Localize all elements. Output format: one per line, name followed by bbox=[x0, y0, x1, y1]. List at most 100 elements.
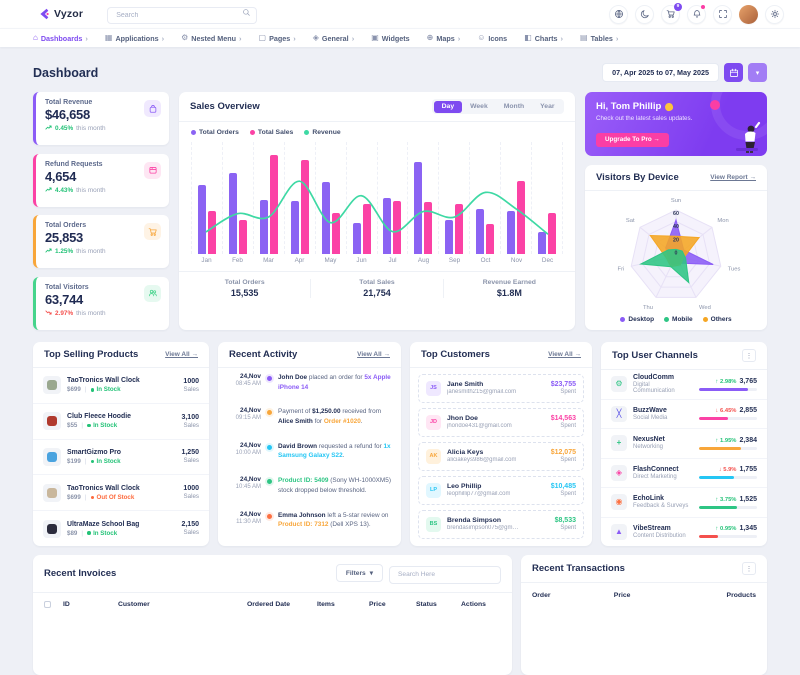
tab-year[interactable]: Year bbox=[532, 101, 562, 113]
brand-name: Vyzor bbox=[54, 8, 83, 20]
channel-value: 3,765 bbox=[739, 378, 757, 385]
stock-badge: In Stock bbox=[87, 530, 117, 537]
nav-item-pages[interactable]: ▢Pages› bbox=[259, 34, 296, 43]
svg-text:60: 60 bbox=[673, 211, 679, 217]
recent-transactions-card: Recent Transactions ⋮ OrderPriceProducts bbox=[521, 555, 767, 675]
view-report-link[interactable]: View Report → bbox=[710, 174, 756, 181]
activity-date: 24,Nov bbox=[228, 511, 261, 518]
radar-legend-mobile[interactable]: Mobile bbox=[664, 316, 693, 323]
nav-item-icons[interactable]: ☺Icons bbox=[477, 34, 507, 43]
customer-name: Alicia Keys bbox=[447, 449, 516, 456]
customer-row: JDJhon Doejhondoe431@gmail.com$14,563Spe… bbox=[418, 408, 584, 437]
filters-button[interactable]: Filters ▾ bbox=[336, 564, 383, 582]
product-image bbox=[43, 520, 61, 538]
nav-item-general[interactable]: ◈General› bbox=[313, 34, 354, 43]
nav-item-maps[interactable]: ⊕Maps› bbox=[427, 34, 461, 43]
upgrade-pro-button[interactable]: Upgrade To Pro → bbox=[596, 133, 669, 147]
transactions-menu-button[interactable]: ⋮ bbox=[742, 562, 756, 575]
chevron-right-icon: › bbox=[162, 34, 165, 43]
activity-time: 10:45 AM bbox=[228, 484, 261, 490]
legend-item-revenue[interactable]: Revenue bbox=[304, 129, 340, 136]
bar-group-mar bbox=[253, 142, 284, 254]
gear-icon[interactable] bbox=[765, 5, 784, 24]
channel-progress-bar bbox=[699, 535, 757, 538]
nav-item-dashboards[interactable]: ⌂Dashboards› bbox=[33, 34, 88, 43]
activity-text: John Doe placed an order for 5x Apple iP… bbox=[278, 373, 391, 402]
channel-row: +NexusNetNetworking↑ 1.95%2,384 bbox=[601, 429, 767, 459]
brand-logo[interactable]: Vyzor bbox=[38, 8, 83, 20]
globe-icon[interactable] bbox=[609, 5, 628, 24]
nav-label: General bbox=[322, 34, 349, 43]
svg-text:20: 20 bbox=[673, 237, 679, 243]
tab-day[interactable]: Day bbox=[434, 101, 462, 113]
x-tick: Aug bbox=[408, 257, 439, 264]
nav-item-charts[interactable]: ◧Charts› bbox=[524, 34, 563, 43]
moon-icon[interactable] bbox=[635, 5, 654, 24]
nav-item-nested-menu[interactable]: ⚙Nested Menu› bbox=[181, 34, 241, 43]
channel-value: 2,855 bbox=[739, 407, 757, 414]
activity-dot bbox=[267, 479, 272, 484]
stat-delta: 2.97%this month bbox=[45, 309, 160, 318]
bar-total-orders bbox=[538, 232, 546, 254]
activity-view-all-link[interactable]: View All → bbox=[357, 351, 390, 358]
channel-progress-bar bbox=[699, 447, 757, 450]
radar-legend-others[interactable]: Others bbox=[703, 316, 732, 323]
product-sales-unit: Sales bbox=[183, 493, 199, 500]
expand-icon[interactable] bbox=[713, 5, 732, 24]
bar-group-may bbox=[315, 142, 346, 254]
select-all-checkbox[interactable] bbox=[44, 601, 51, 608]
calendar-button[interactable] bbox=[724, 63, 743, 82]
bar-total-sales bbox=[208, 211, 216, 254]
cart-icon[interactable]: 9 bbox=[661, 5, 680, 24]
avatar-icon[interactable] bbox=[739, 5, 758, 24]
x-tick: Oct bbox=[470, 257, 501, 264]
product-row: UltraMaze School Bag$89|In Stock2,150Sal… bbox=[33, 511, 209, 546]
channel-delta: ↑ 1.95% bbox=[716, 438, 737, 444]
diamond-icon: ◈ bbox=[611, 465, 627, 481]
radar-legend-desktop[interactable]: Desktop bbox=[620, 316, 654, 323]
date-dropdown-button[interactable]: ▾ bbox=[748, 63, 767, 82]
date-range-display[interactable]: 07, Apr 2025 to 07, May 2025 bbox=[602, 63, 719, 82]
product-price: $699 bbox=[67, 494, 81, 501]
product-sales-count: 3,100 bbox=[181, 414, 199, 421]
product-row: TaoTronics Wall Clock$699|Out Of Stock10… bbox=[33, 475, 209, 511]
tab-month[interactable]: Month bbox=[496, 101, 532, 113]
top-selling-products-card: Top Selling Products View All → TaoTroni… bbox=[33, 342, 209, 546]
legend-item-total-orders[interactable]: Total Orders bbox=[191, 129, 239, 136]
activity-text: Emma Johnson left a 5-star review on Pro… bbox=[278, 511, 391, 540]
svg-text:Fri: Fri bbox=[618, 266, 625, 272]
app-root: Vyzor 9 ⌂Dashboards› ▦Applications› ⚙Neste… bbox=[0, 0, 800, 675]
nav-item-widgets[interactable]: ▣Widgets bbox=[371, 34, 409, 43]
column-header-id: ID bbox=[63, 601, 118, 608]
legend-item-total-sales[interactable]: Total Sales bbox=[250, 129, 293, 136]
bell-icon[interactable] bbox=[687, 5, 706, 24]
tab-week[interactable]: Week bbox=[462, 101, 496, 113]
product-sales-count: 1000 bbox=[183, 378, 199, 385]
stat-label: Total Orders bbox=[45, 222, 160, 229]
stat-label: Total Visitors bbox=[45, 284, 160, 291]
top-customers-title: Top Customers bbox=[421, 349, 490, 360]
smile-icon: ☺ bbox=[477, 34, 485, 42]
nav-label: Icons bbox=[488, 34, 507, 43]
recent-activity-title: Recent Activity bbox=[229, 349, 297, 360]
chevron-right-icon: › bbox=[458, 34, 461, 43]
bar-group-nov bbox=[500, 142, 531, 254]
channels-menu-button[interactable]: ⋮ bbox=[742, 349, 756, 362]
nav-item-applications[interactable]: ▦Applications› bbox=[105, 34, 164, 43]
product-sales-unit: Sales bbox=[181, 457, 199, 464]
stat-label: Total Revenue bbox=[45, 99, 160, 106]
radar-chart: 0204060SunMonTuesWedThuFriSat bbox=[585, 191, 767, 316]
nav-item-tables[interactable]: ▤Tables› bbox=[580, 34, 618, 43]
bar-total-orders bbox=[507, 211, 515, 254]
stat-card-total-revenue: Total Revenue$46,6580.45%this month bbox=[33, 92, 169, 145]
tables-row: Recent Invoices Filters ▾ IDCustomerOrde… bbox=[33, 555, 767, 675]
channel-delta: ↑ 2.98% bbox=[716, 379, 737, 385]
sales-total-total-orders: Total Orders15,535 bbox=[179, 279, 310, 298]
sales-total-value: 15,535 bbox=[179, 288, 310, 298]
search-input[interactable] bbox=[107, 7, 257, 24]
customers-view-all-link[interactable]: View All → bbox=[548, 351, 581, 358]
stat-cards: Total Revenue$46,6580.45%this monthRefun… bbox=[33, 92, 169, 330]
products-view-all-link[interactable]: View All → bbox=[165, 351, 198, 358]
invoice-search-input[interactable] bbox=[389, 566, 501, 584]
activity-text: Payment of $1,250.00 received from Alice… bbox=[278, 407, 391, 436]
